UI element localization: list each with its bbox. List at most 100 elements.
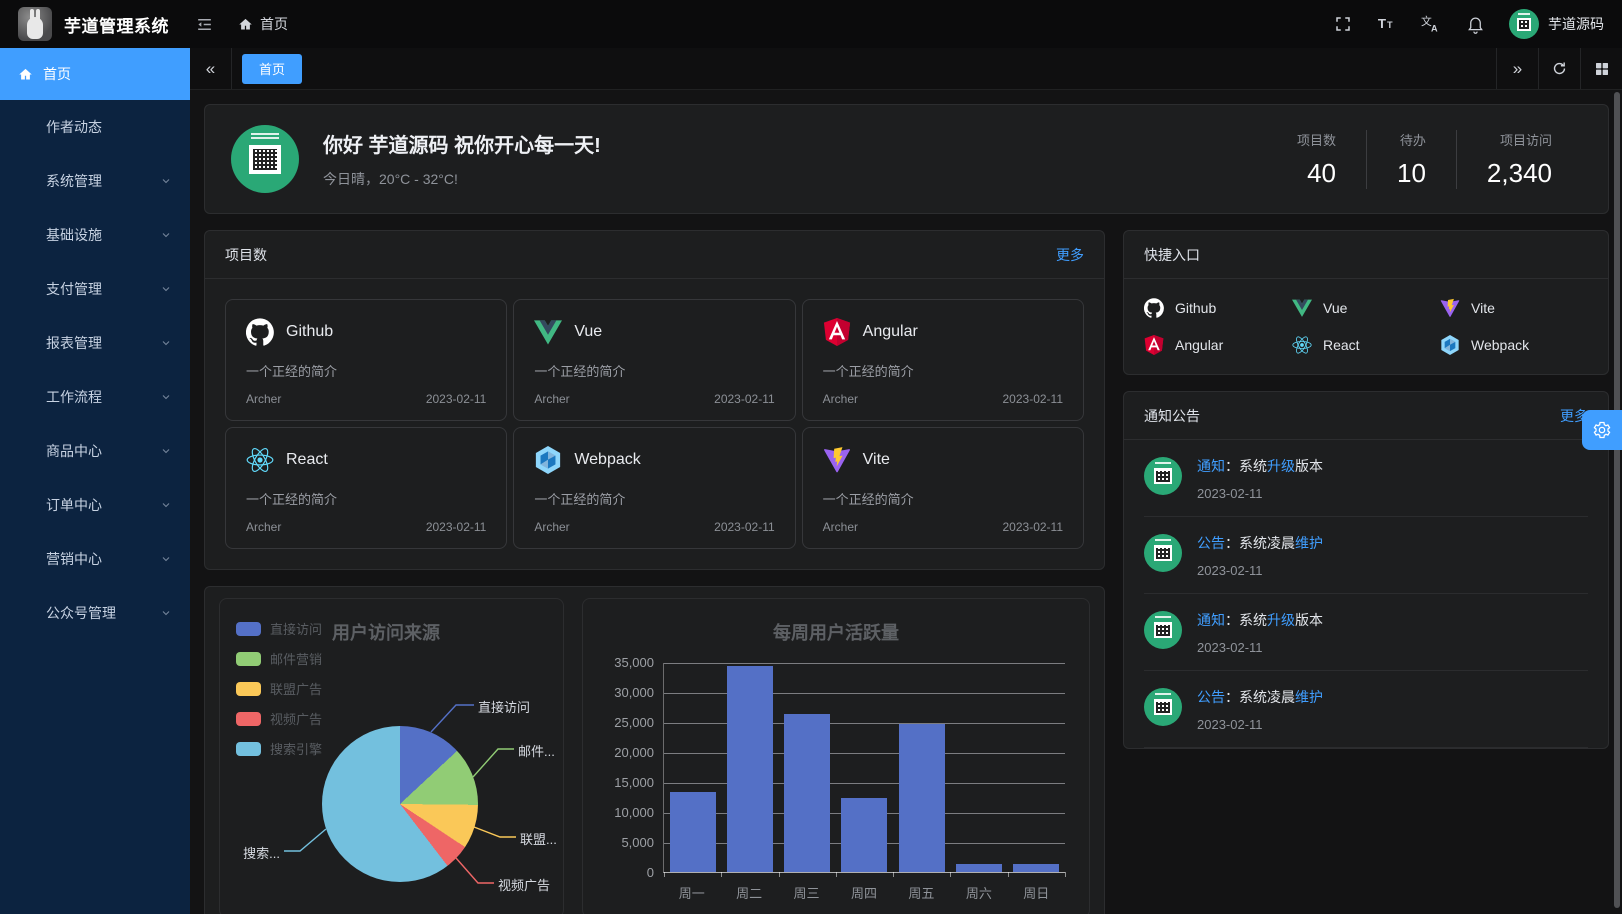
project-author: Archer xyxy=(534,392,569,406)
notice-item-2[interactable]: 公告：系统凌晨维护2023-02-11 xyxy=(1144,517,1588,594)
stat-value: 10 xyxy=(1397,158,1426,189)
x-axis-tick xyxy=(836,872,837,877)
project-description: 一个正经的简介 xyxy=(823,361,1063,380)
project-description: 一个正经的简介 xyxy=(246,489,486,508)
sidebar-item-4[interactable]: 支付管理 xyxy=(0,262,190,316)
x-axis-tick xyxy=(721,872,722,877)
notice-content: 通知：系统升级版本 2023-02-11 xyxy=(1197,457,1323,501)
sidebar-item-3[interactable]: 基础设施 xyxy=(0,208,190,262)
project-card-react[interactable]: React一个正经的简介Archer2023-02-11 xyxy=(225,427,507,549)
angular-icon xyxy=(823,318,851,346)
project-card-vite[interactable]: Vite一个正经的简介Archer2023-02-11 xyxy=(802,427,1084,549)
notice-item-3[interactable]: 通知：系统升级版本2023-02-11 xyxy=(1144,594,1588,671)
y-axis-tick-label: 5,000 xyxy=(586,835,654,850)
x-axis-label: 周一 xyxy=(679,883,705,902)
bar-周五[interactable] xyxy=(899,724,945,872)
bar-chart-plot: 05,00010,00015,00020,00025,00030,00035,0… xyxy=(663,663,1065,873)
sidebar-item-7[interactable]: 商品中心 xyxy=(0,424,190,478)
notice-avatar xyxy=(1144,688,1182,726)
sidebar-item-8[interactable]: 订单中心 xyxy=(0,478,190,532)
project-card-angular[interactable]: Angular一个正经的简介Archer2023-02-11 xyxy=(802,299,1084,421)
shortcut-webpack[interactable]: Webpack xyxy=(1440,335,1588,355)
svg-text:T: T xyxy=(1387,20,1393,30)
shortcut-react[interactable]: React xyxy=(1292,335,1440,355)
sidebar-item-label: 作者动态 xyxy=(46,117,102,137)
shortcut-label: Vue xyxy=(1323,300,1347,316)
shortcut-label: Github xyxy=(1175,300,1216,316)
app-title: 芋道管理系统 xyxy=(64,12,169,37)
x-axis-tick xyxy=(664,872,665,877)
chevron-down-icon xyxy=(160,283,172,295)
bar-周六[interactable] xyxy=(956,864,1002,872)
sidebar-item-1[interactable]: 作者动态 xyxy=(0,100,190,154)
right-column: 快捷入口 GithubVueViteAngularReactWebpack 通知… xyxy=(1123,230,1609,749)
angular-icon xyxy=(1144,335,1164,355)
project-date: 2023-02-11 xyxy=(1003,392,1064,406)
bar-周三[interactable] xyxy=(784,714,830,872)
expand-right-icon[interactable]: » xyxy=(1496,48,1538,89)
shortcuts-card: 快捷入口 GithubVueViteAngularReactWebpack xyxy=(1123,230,1609,375)
sidebar-item-label: 订单中心 xyxy=(46,495,102,515)
bar-chart-title: 每周用户活跃量 xyxy=(583,619,1089,645)
notice-item-1[interactable]: 通知：系统升级版本 2023-02-11 xyxy=(1144,440,1588,517)
language-icon[interactable]: 文A xyxy=(1421,14,1441,34)
bar-周二[interactable] xyxy=(727,666,773,872)
shortcut-vite[interactable]: Vite xyxy=(1440,298,1588,318)
font-size-icon[interactable]: TT xyxy=(1377,14,1397,34)
projects-more-link[interactable]: 更多 xyxy=(1056,245,1084,265)
bar-周一[interactable] xyxy=(670,792,716,872)
username: 芋道源码 xyxy=(1548,14,1604,34)
bar-x-axis-labels: 周一周二周三周四周五周六周日 xyxy=(663,883,1065,902)
vite-icon xyxy=(1440,298,1460,318)
project-author: Archer xyxy=(534,520,569,534)
welcome-texts: 你好 芋道源码 祝你开心每一天! 今日晴，20°C - 32°C! xyxy=(323,129,601,189)
sidebar-item-2[interactable]: 系统管理 xyxy=(0,154,190,208)
page-scrollbar[interactable] xyxy=(1614,92,1620,908)
sidebar-item-5[interactable]: 报表管理 xyxy=(0,316,190,370)
sidebar-item-6[interactable]: 工作流程 xyxy=(0,370,190,424)
fullscreen-icon[interactable] xyxy=(1333,14,1353,34)
notice-item-4[interactable]: 公告：系统凌晨维护2023-02-11 xyxy=(1144,671,1588,748)
user-menu[interactable]: 芋道源码 xyxy=(1509,9,1604,39)
project-card-vue[interactable]: Vue一个正经的简介Archer2023-02-11 xyxy=(513,299,795,421)
shortcut-github[interactable]: Github xyxy=(1144,298,1292,318)
settings-button[interactable] xyxy=(1582,410,1622,450)
pie-callout-lines xyxy=(220,599,564,914)
y-axis-tick-label: 20,000 xyxy=(586,745,654,760)
bar-周四[interactable] xyxy=(841,798,887,872)
project-card-github[interactable]: Github一个正经的简介Archer2023-02-11 xyxy=(225,299,507,421)
shortcut-angular[interactable]: Angular xyxy=(1144,335,1292,355)
sidebar-item-9[interactable]: 营销中心 xyxy=(0,532,190,586)
breadcrumb[interactable]: 首页 xyxy=(238,14,288,34)
x-axis-label: 周四 xyxy=(851,883,877,902)
project-card-webpack[interactable]: Webpack一个正经的简介Archer2023-02-11 xyxy=(513,427,795,549)
refresh-icon[interactable] xyxy=(1538,48,1580,89)
project-name: Vue xyxy=(574,323,602,341)
breadcrumb-home: 首页 xyxy=(260,14,288,34)
project-card-header: Webpack xyxy=(534,446,774,474)
notice-date: 2023-02-11 xyxy=(1197,717,1323,732)
bar-周日[interactable] xyxy=(1013,864,1059,872)
menu-fold-icon[interactable] xyxy=(195,15,214,34)
react-icon xyxy=(1292,335,1312,355)
notice-date: 2023-02-11 xyxy=(1197,486,1323,501)
project-description: 一个正经的简介 xyxy=(246,361,486,380)
welcome-card: 你好 芋道源码 祝你开心每一天! 今日晴，20°C - 32°C! 项目数40待… xyxy=(204,104,1609,214)
sidebar-item-10[interactable]: 公众号管理 xyxy=(0,586,190,640)
tabs: 首页 xyxy=(232,48,1496,89)
collapse-left-icon[interactable]: « xyxy=(190,48,232,89)
layout-grid-icon[interactable] xyxy=(1580,48,1622,89)
x-axis-tick xyxy=(1008,872,1009,877)
notice-date: 2023-02-11 xyxy=(1197,640,1323,655)
tab-首页[interactable]: 首页 xyxy=(242,54,302,84)
gear-icon xyxy=(1592,420,1612,440)
sidebar-item-home[interactable]: 首页 xyxy=(0,48,190,100)
project-card-header: Github xyxy=(246,318,486,346)
stat-value: 40 xyxy=(1297,158,1336,189)
bell-icon[interactable] xyxy=(1465,14,1485,34)
notice-title: 通知：系统升级版本 xyxy=(1197,457,1323,475)
projects-card: 项目数 更多 Github一个正经的简介Archer2023-02-11Vue一… xyxy=(204,230,1105,570)
page-content: 你好 芋道源码 祝你开心每一天! 今日晴，20°C - 32°C! 项目数40待… xyxy=(190,90,1622,914)
x-axis-label: 周六 xyxy=(966,883,992,902)
shortcut-vue[interactable]: Vue xyxy=(1292,298,1440,318)
